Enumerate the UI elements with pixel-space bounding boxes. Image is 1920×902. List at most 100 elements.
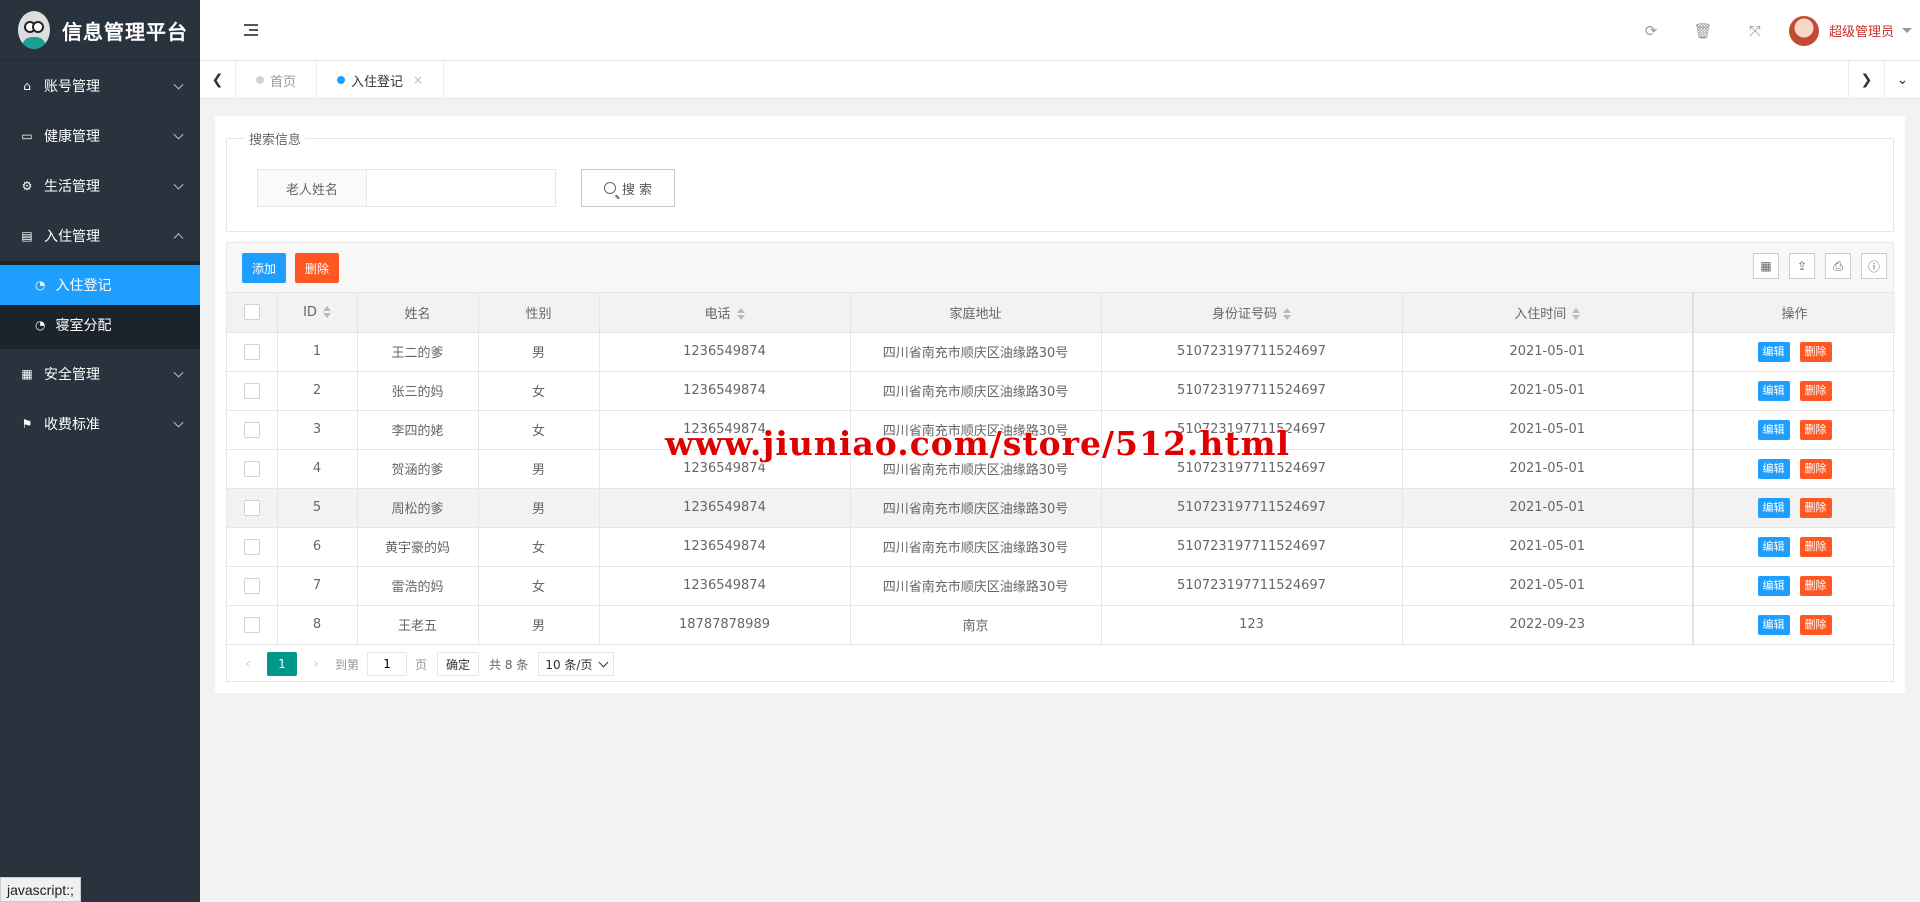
page-size-select[interactable]: 10 条/页 — [538, 652, 615, 676]
row-select-cell — [227, 449, 278, 489]
cell-address: 南京 — [850, 605, 1102, 645]
sidebar-item[interactable]: ▤ 入住管理 — [0, 211, 200, 261]
prev-page-icon[interactable]: ‹ — [239, 656, 257, 672]
cell-id_card: 510723197711524697 — [1101, 488, 1403, 528]
menu-toggle-icon[interactable] — [244, 24, 258, 36]
table-row[interactable]: 1 王二的爹男 1236549874 四川省南充市顺庆区油缘路30号 510723197… — [227, 332, 1895, 372]
delete-button[interactable]: 删除 — [1799, 536, 1832, 557]
edit-button[interactable]: 编辑 — [1757, 575, 1790, 596]
sidebar-submenu: ◔ 入住登记 ◔ 寝室分配 — [0, 261, 200, 349]
tab[interactable]: 首页 — [236, 61, 318, 99]
sort-icon[interactable] — [736, 308, 745, 321]
sidebar-subitem[interactable]: ◔ 寝室分配 — [0, 305, 200, 345]
cell-id_card: 510723197711524697 — [1101, 527, 1403, 567]
row-checkbox[interactable] — [243, 460, 260, 477]
sidebar-item-label: 生活管理 — [44, 179, 100, 195]
column-header-date[interactable]: 入住时间 — [1402, 293, 1694, 333]
delete-button[interactable]: 删除 — [1799, 497, 1832, 518]
sidebar-item[interactable]: ▦ 安全管理 — [0, 349, 200, 399]
sidebar-item-label: 健康管理 — [44, 129, 100, 145]
add-button[interactable]: 添加 — [242, 253, 287, 283]
fullscreen-icon[interactable]: ⤧ — [1729, 0, 1781, 61]
chevron-down-icon — [173, 79, 184, 90]
refresh-icon[interactable]: ⟳ — [1625, 0, 1677, 61]
row-checkbox[interactable] — [243, 538, 260, 555]
logo[interactable]: 信息管理平台 — [0, 0, 200, 61]
tabs: 首页 入住登记 × — [236, 61, 445, 99]
row-checkbox[interactable] — [243, 616, 260, 633]
row-checkbox[interactable] — [243, 343, 260, 360]
table-row[interactable]: 5 周松的爹男 1236549874 四川省南充市顺庆区油缘路30号 510723197… — [227, 488, 1895, 528]
sidebar-item-label: 安全管理 — [44, 367, 100, 383]
close-icon[interactable]: × — [413, 73, 423, 87]
tab-scroll-right-icon[interactable]: ❯ — [1848, 61, 1884, 99]
sidebar-subitem[interactable]: ◔ 入住登记 — [0, 265, 200, 305]
trash-icon[interactable]: 🗑 — [1677, 0, 1729, 61]
dashboard-icon: ◔ — [35, 318, 46, 332]
delete-button[interactable]: 删除 — [1799, 458, 1832, 479]
delete-button[interactable]: 删除 — [1799, 341, 1832, 362]
edit-button[interactable]: 编辑 — [1757, 380, 1790, 401]
row-checkbox[interactable] — [243, 577, 260, 594]
column-header-id-card[interactable]: 身份证号码 — [1101, 293, 1403, 333]
row-checkbox[interactable] — [243, 499, 260, 516]
row-checkbox[interactable] — [243, 421, 260, 438]
row-checkbox[interactable] — [243, 382, 260, 399]
app-title: 信息管理平台 — [62, 19, 188, 44]
column-header-phone[interactable]: 电话 — [599, 293, 851, 333]
cell-id_card: 510723197711524697 — [1101, 566, 1403, 606]
batch-delete-button[interactable]: 删除 — [295, 253, 340, 283]
page-current[interactable]: 1 — [267, 652, 297, 676]
table-row[interactable]: 8 王老五男 18787878989 南京 123 2022-09-23 编辑 删除 — [227, 605, 1895, 645]
cell-address: 四川省南充市顺庆区油缘路30号 — [850, 527, 1102, 567]
search-field-label: 老人姓名 — [257, 169, 367, 207]
table-row[interactable]: 2 张三的妈女 1236549874 四川省南充市顺庆区油缘路30号 510723197… — [227, 371, 1895, 411]
select-all-checkbox[interactable] — [243, 304, 260, 321]
sidebar-item[interactable]: ⚙ 生活管理 — [0, 161, 200, 211]
sort-icon[interactable] — [1283, 308, 1291, 321]
delete-button[interactable]: 删除 — [1799, 380, 1832, 401]
delete-button[interactable]: 删除 — [1799, 419, 1832, 440]
tab-bar: ❮ 首页 入住登记 × ❯ ⌄ — [200, 61, 1920, 99]
cell-date: 2021-05-01 — [1402, 527, 1694, 567]
search-input[interactable] — [366, 169, 556, 207]
select-all-header — [227, 293, 278, 333]
goto-page-input[interactable] — [367, 652, 408, 676]
table-row[interactable]: 7 雷浩的妈女 1236549874 四川省南充市顺庆区油缘路30号 510723197… — [227, 566, 1895, 606]
tab[interactable]: 入住登记 × — [317, 61, 445, 99]
sort-icon[interactable] — [322, 306, 331, 319]
columns-icon[interactable]: ▦ — [1753, 253, 1779, 279]
table-row[interactable]: 6 黄宇豪的妈女 1236549874 四川省南充市顺庆区油缘路30号 51072319… — [227, 527, 1895, 567]
tab-scroll-left-icon[interactable]: ❮ — [200, 61, 236, 99]
browser-status-bar: javascript:; — [0, 877, 81, 902]
sidebar-item[interactable]: ⚑ 收费标准 — [0, 399, 200, 449]
edit-button[interactable]: 编辑 — [1757, 419, 1790, 440]
print-icon[interactable]: ⎙ — [1825, 253, 1851, 279]
edit-button[interactable]: 编辑 — [1757, 341, 1790, 362]
caret-down-icon[interactable] — [1902, 28, 1912, 33]
delete-button[interactable]: 删除 — [1799, 614, 1832, 635]
cell-phone: 1236549874 — [599, 566, 851, 606]
cell-id: 1 — [277, 332, 358, 372]
cell-phone: 1236549874 — [599, 371, 851, 411]
export-icon[interactable]: ⇪ — [1789, 253, 1815, 279]
goto-confirm-button[interactable]: 确定 — [437, 652, 480, 676]
row-actions: 编辑 删除 — [1692, 527, 1895, 567]
edit-button[interactable]: 编辑 — [1757, 497, 1790, 518]
sidebar-item[interactable]: ▭ 健康管理 — [0, 111, 200, 161]
header-actions: ⟳ 🗑 ⤧ 超级管理员 — [1625, 0, 1920, 61]
tab-menu-icon[interactable]: ⌄ — [1884, 61, 1920, 99]
column-header-id[interactable]: ID — [277, 293, 358, 333]
sidebar-item[interactable]: ⌂ 账号管理 — [0, 61, 200, 111]
next-page-icon[interactable]: › — [307, 656, 325, 672]
cell-phone: 18787878989 — [599, 605, 851, 645]
sort-icon[interactable] — [1572, 308, 1581, 321]
edit-button[interactable]: 编辑 — [1757, 536, 1790, 557]
delete-button[interactable]: 删除 — [1799, 575, 1832, 596]
search-button[interactable]: 搜 索 — [581, 169, 675, 207]
edit-button[interactable]: 编辑 — [1757, 614, 1790, 635]
info-icon[interactable]: ⓘ — [1861, 253, 1887, 279]
user-name[interactable]: 超级管理员 — [1829, 21, 1894, 40]
edit-button[interactable]: 编辑 — [1757, 458, 1790, 479]
avatar[interactable] — [1788, 15, 1819, 46]
